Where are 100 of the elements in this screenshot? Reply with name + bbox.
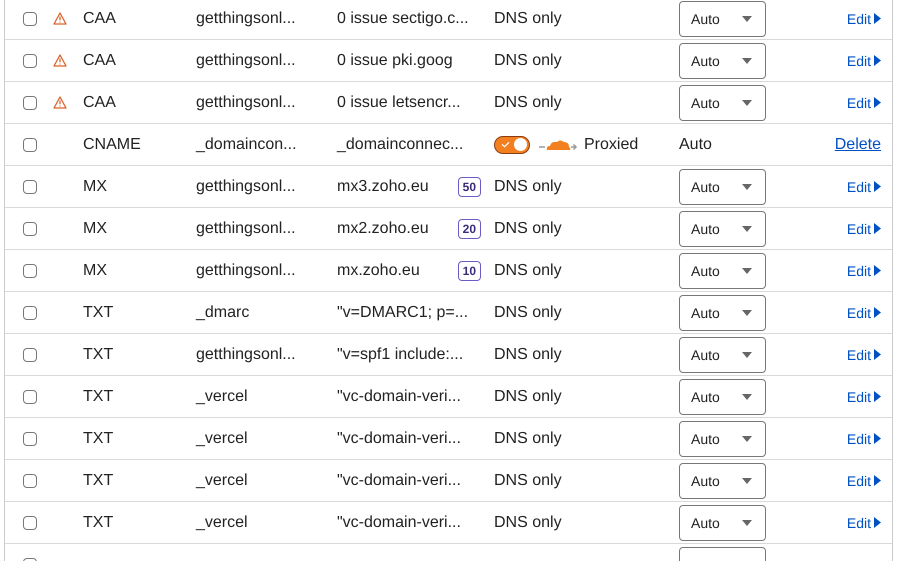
record-type: TXT xyxy=(83,388,114,404)
record-content: 0 issue sectigo.c... xyxy=(337,10,469,28)
play-icon xyxy=(874,223,881,234)
proxy-status: Proxied xyxy=(584,136,638,154)
record-name: getthingsonl... xyxy=(196,178,296,194)
play-icon xyxy=(874,265,881,276)
play-icon xyxy=(874,349,881,360)
play-icon xyxy=(874,181,881,192)
record-type: CAA xyxy=(83,94,116,110)
edit-link[interactable]: Edit xyxy=(846,304,881,320)
caret-icon xyxy=(742,436,752,442)
row-checkbox[interactable] xyxy=(23,474,37,488)
record-type: MX xyxy=(83,262,107,278)
caret-icon xyxy=(742,394,752,400)
record-type: CAA xyxy=(83,52,116,68)
edit-link[interactable]: Edit xyxy=(846,220,881,236)
record-content: "vc-domain-veri... xyxy=(337,514,461,532)
ttl-select[interactable]: Auto xyxy=(679,504,766,540)
record-content: mx.zoho.eu xyxy=(337,262,420,280)
ttl-select[interactable]: Auto xyxy=(679,462,766,498)
record-content: mx3.zoho.eu xyxy=(337,178,429,196)
caret-icon xyxy=(742,478,752,484)
edit-link[interactable]: Edit xyxy=(846,178,881,194)
delete-link[interactable]: Delete xyxy=(834,136,881,154)
priority-badge: 20 xyxy=(458,218,481,238)
record-content: 0 issue letsencr... xyxy=(337,94,461,112)
caret-icon xyxy=(742,310,752,316)
play-icon xyxy=(874,433,881,444)
row-checkbox[interactable] xyxy=(23,54,37,68)
ttl-value: Auto xyxy=(679,136,712,152)
row-checkbox[interactable] xyxy=(23,138,37,152)
record-name: getthingsonl... xyxy=(196,220,296,236)
row-checkbox[interactable] xyxy=(23,390,37,404)
row-checkbox[interactable] xyxy=(23,12,37,26)
row-checkbox[interactable] xyxy=(23,264,37,278)
play-icon xyxy=(874,55,881,66)
ttl-select[interactable]: Auto xyxy=(679,252,766,288)
record-name: getthingsonl... xyxy=(196,262,296,278)
ttl-select[interactable]: Auto xyxy=(679,168,766,204)
record-name: _vercel xyxy=(196,430,248,446)
edit-link[interactable]: Edit xyxy=(846,10,881,26)
check-icon xyxy=(501,140,510,148)
edit-link[interactable]: Edit xyxy=(846,262,881,278)
proxy-status: DNS only xyxy=(494,304,562,322)
row-checkbox[interactable] xyxy=(23,180,37,194)
record-type: TXT xyxy=(83,472,114,488)
edit-link[interactable]: Edit xyxy=(846,52,881,68)
priority-badge: 50 xyxy=(458,176,481,196)
play-icon xyxy=(874,391,881,402)
edit-link[interactable]: Edit xyxy=(846,430,881,446)
ttl-select[interactable]: Auto xyxy=(679,336,766,372)
record-name: getthingsonl... xyxy=(196,346,296,362)
record-name: _vercel xyxy=(196,472,248,488)
record-type: TXT xyxy=(83,346,114,362)
proxy-status: DNS only xyxy=(494,94,562,112)
ttl-select[interactable]: Auto xyxy=(679,210,766,246)
caret-icon xyxy=(742,268,752,274)
caret-icon xyxy=(742,58,752,64)
ttl-select[interactable]: Auto xyxy=(679,84,766,120)
row-checkbox[interactable] xyxy=(23,96,37,110)
edit-link[interactable]: Edit xyxy=(846,94,881,110)
record-name: _vercel xyxy=(196,388,248,404)
caret-icon xyxy=(742,520,752,526)
ttl-select[interactable]: Auto xyxy=(679,42,766,78)
record-content: 0 issue pki.goog xyxy=(337,52,453,70)
caret-icon xyxy=(742,352,752,358)
row-checkbox[interactable] xyxy=(23,516,37,530)
edit-link[interactable]: Edit xyxy=(846,472,881,488)
record-content: mx2.zoho.eu xyxy=(337,220,429,238)
row-checkbox[interactable] xyxy=(23,432,37,446)
cloud-icon xyxy=(538,138,578,152)
play-icon xyxy=(874,517,881,528)
row-checkbox[interactable] xyxy=(23,306,37,320)
proxy-status: DNS only xyxy=(494,52,562,70)
record-name: getthingsonl... xyxy=(196,10,296,26)
record-content: "v=spf1 include:... xyxy=(337,346,464,364)
ttl-select[interactable]: Auto xyxy=(679,0,766,36)
ttl-select[interactable]: Auto xyxy=(679,294,766,330)
caret-icon xyxy=(742,184,752,190)
record-type: TXT xyxy=(83,430,114,446)
caret-icon xyxy=(742,226,752,232)
edit-link[interactable]: Edit xyxy=(846,514,881,530)
record-name: getthingsonl... xyxy=(196,94,296,110)
proxy-status: DNS only xyxy=(494,346,562,364)
proxy-status: DNS only xyxy=(494,514,562,532)
record-name: getthingsonl... xyxy=(196,52,296,68)
play-icon xyxy=(874,475,881,486)
record-name: _domaincon... xyxy=(196,136,297,152)
edit-link[interactable]: Edit xyxy=(846,388,881,404)
row-checkbox[interactable] xyxy=(23,222,37,236)
proxy-toggle[interactable] xyxy=(494,136,530,154)
row-checkbox[interactable] xyxy=(23,348,37,362)
play-icon xyxy=(874,307,881,318)
record-type: CNAME xyxy=(83,136,141,152)
record-type: MX xyxy=(83,178,107,194)
caret-icon xyxy=(742,16,752,22)
ttl-select[interactable]: Auto xyxy=(679,378,766,414)
priority-badge: 10 xyxy=(458,260,481,280)
edit-link[interactable]: Edit xyxy=(846,346,881,362)
ttl-select[interactable]: Auto xyxy=(679,420,766,456)
